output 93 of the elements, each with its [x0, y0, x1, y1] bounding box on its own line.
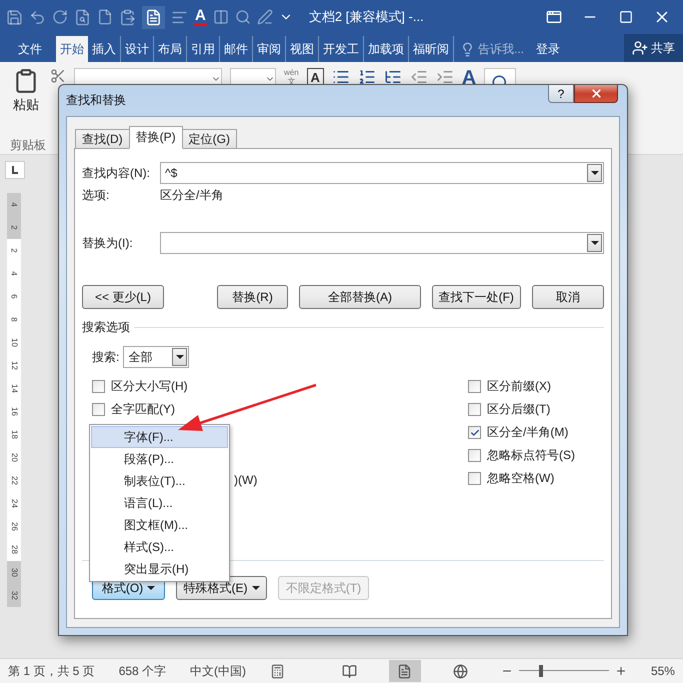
ruler-number: 14: [10, 384, 18, 393]
columns-icon[interactable]: [212, 9, 229, 25]
print-layout-icon[interactable]: [388, 660, 421, 682]
options-value: 区分全/半角: [160, 186, 224, 204]
field-label: 搜索:: [92, 348, 120, 366]
close-icon: [590, 87, 602, 100]
dialog-button[interactable]: 查找下一处(F): [432, 285, 521, 309]
caret-icon: [252, 586, 260, 590]
field-label: 替换为(I):: [82, 234, 134, 252]
ruler-number: 8: [10, 317, 18, 322]
checkbox[interactable]: 区分后缀(T): [468, 398, 584, 421]
ruler-number: 12: [10, 361, 18, 370]
sign-in-link[interactable]: 登录: [530, 36, 566, 62]
dialog-button[interactable]: << 更少(L): [82, 285, 164, 309]
save-icon[interactable]: [6, 8, 23, 26]
ruler-number: 26: [10, 522, 18, 531]
paste-icon[interactable]: [119, 8, 136, 26]
dialog-title: 查找和替换: [66, 92, 126, 109]
decrease-indent-icon[interactable]: [410, 68, 428, 86]
menu-item[interactable]: 段落(P)...: [91, 448, 228, 470]
print-preview-icon[interactable]: [74, 8, 91, 26]
replace-field[interactable]: [160, 232, 604, 254]
multilevel-list-icon[interactable]: [384, 68, 402, 86]
ruler-number: 16: [10, 407, 18, 416]
language-indicator: 中文(中国): [190, 662, 246, 680]
share-button[interactable]: 共享: [624, 34, 683, 62]
menu-item[interactable]: 字体(F)...: [91, 426, 228, 448]
tab-stop-selector[interactable]: [5, 161, 25, 179]
menu-item[interactable]: 图文框(M)...: [91, 514, 228, 536]
page-count: 第 1 页，共 5 页: [8, 662, 95, 680]
caret-icon: [147, 586, 156, 590]
ruler-number: 2: [10, 248, 18, 253]
checkbox[interactable]: 区分大小写(H): [92, 375, 208, 398]
document-lines-icon[interactable]: [142, 6, 165, 28]
calculator-icon[interactable]: [270, 664, 286, 678]
ruler-number: 30: [10, 568, 18, 577]
cut-icon[interactable]: [50, 68, 66, 84]
ruler-number: 4: [10, 271, 18, 276]
dialog-tab[interactable]: 替换(P): [128, 126, 183, 149]
section-label: 搜索选项: [82, 318, 130, 336]
menu-item[interactable]: 语言(L)...: [91, 492, 228, 514]
lightbulb-icon: [460, 42, 475, 56]
search-direction-select[interactable]: 全部: [123, 346, 190, 368]
ruler-number: 4: [10, 202, 18, 207]
dialog-button[interactable]: 全部替换(A): [299, 285, 421, 309]
menu-item[interactable]: 样式(S)...: [91, 536, 228, 558]
dialog-tab[interactable]: 查找(D): [75, 129, 130, 149]
window-title: 文档2 [兼容模式] -...: [308, 8, 424, 26]
ruler-number: 2: [10, 225, 18, 230]
ribbon-tab[interactable]: 文件: [10, 36, 56, 62]
zoom-thumb[interactable]: [539, 665, 544, 677]
check-icon: [470, 428, 480, 438]
undo-icon[interactable]: [29, 8, 46, 26]
checkbox[interactable]: 忽略空格(W): [468, 467, 584, 490]
dialog-tab[interactable]: 定位(G): [182, 129, 237, 149]
bullets-icon[interactable]: [332, 68, 350, 86]
tell-me-field[interactable]: 告诉我...: [454, 36, 530, 62]
checkbox[interactable]: 区分全/半角(M): [468, 421, 584, 444]
group-label: 剪贴板: [10, 136, 46, 154]
zoom-in-icon[interactable]: [614, 665, 627, 677]
checkbox[interactable]: 全字匹配(Y): [92, 398, 208, 420]
ruler-number: 20: [10, 453, 18, 462]
find-field[interactable]: ^$: [160, 162, 604, 184]
increase-indent-icon[interactable]: [436, 68, 454, 86]
checkbox[interactable]: 区分前缀(X): [468, 375, 584, 398]
paste-button[interactable]: 粘贴: [10, 68, 42, 114]
field-label: 查找内容(N):: [82, 164, 151, 182]
ruler-number: 24: [10, 499, 18, 508]
person-add-icon: [632, 40, 648, 56]
document-icon[interactable]: [97, 9, 113, 25]
checkbox[interactable]: 忽略标点符号(S): [468, 444, 584, 467]
ruler-number: 18: [10, 430, 18, 439]
dialog-button[interactable]: 替换(R): [216, 285, 288, 309]
ruler-number: 22: [10, 476, 18, 485]
ruler-number: 28: [10, 545, 18, 554]
options-label: 选项:: [82, 186, 110, 204]
ribbon-tab[interactable]: 开始: [56, 36, 88, 62]
dialog-button[interactable]: 取消: [532, 285, 604, 309]
ruler-number: 10: [10, 338, 18, 347]
help-button[interactable]: ?: [548, 85, 574, 103]
pen-icon[interactable]: [256, 9, 273, 25]
option-label: )(W): [234, 472, 258, 489]
close-button[interactable]: [574, 85, 618, 103]
word-count: 658 个字: [118, 662, 166, 680]
redo-icon[interactable]: [52, 9, 68, 25]
menu-item[interactable]: 制表位(T)...: [91, 470, 228, 492]
font-color-button[interactable]: A: [194, 8, 207, 26]
numbering-icon[interactable]: [358, 68, 376, 86]
styles-button[interactable]: A: [462, 68, 476, 88]
ruler-number: 6: [10, 294, 18, 299]
zoom-level: 55%: [650, 664, 675, 678]
ruler-number: 32: [10, 591, 18, 600]
format-button: 不限定格式(T): [278, 576, 369, 600]
